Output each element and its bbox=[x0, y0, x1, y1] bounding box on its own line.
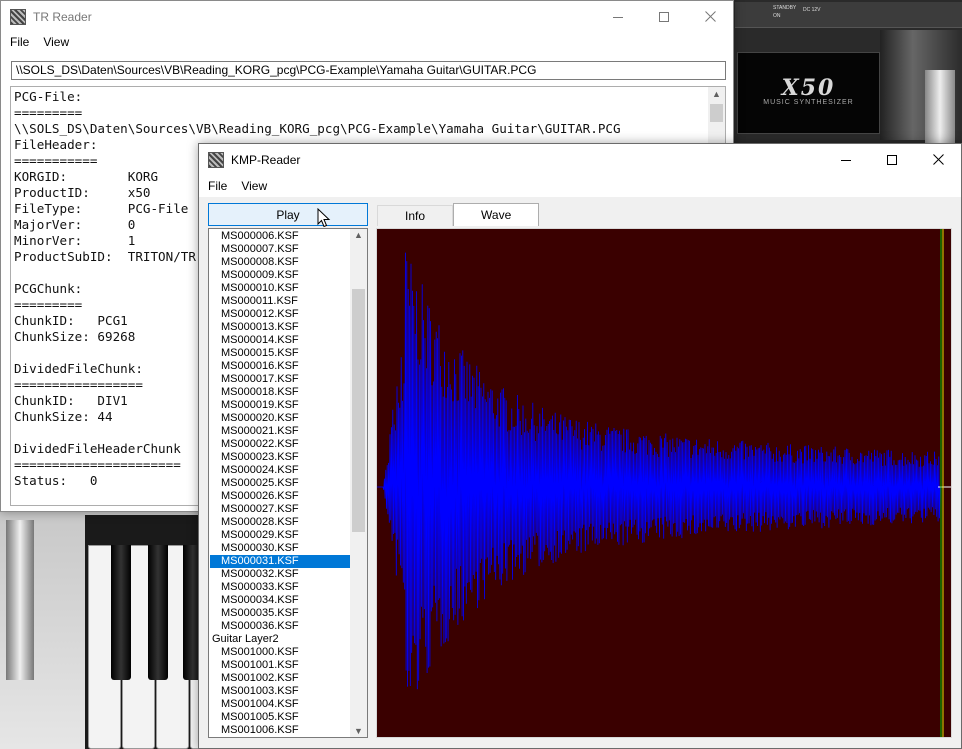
menu-view[interactable]: View bbox=[234, 179, 274, 193]
window-title: KMP-Reader bbox=[231, 152, 301, 167]
list-item[interactable]: MS000008.KSF bbox=[210, 256, 351, 269]
maximize-button[interactable] bbox=[641, 1, 687, 32]
list-item[interactable]: MS001000.KSF bbox=[210, 646, 351, 659]
black-key bbox=[111, 545, 131, 680]
list-item[interactable]: MS001001.KSF bbox=[210, 659, 351, 672]
list-item[interactable]: MS000019.KSF bbox=[210, 399, 351, 412]
list-item[interactable]: MS000017.KSF bbox=[210, 373, 351, 386]
list-item[interactable]: MS000024.KSF bbox=[210, 464, 351, 477]
menu-file[interactable]: File bbox=[201, 179, 234, 193]
synth-logo: X50 bbox=[781, 75, 836, 101]
menu-bar: File View bbox=[199, 175, 961, 197]
maximize-icon bbox=[887, 154, 897, 165]
minimize-icon bbox=[841, 159, 851, 161]
scrollbar-thumb[interactable] bbox=[710, 104, 723, 122]
close-button[interactable] bbox=[687, 1, 733, 32]
list-item[interactable]: MS000006.KSF bbox=[210, 230, 351, 243]
black-key bbox=[148, 545, 168, 680]
kmp-client-area: Play MS000006.KSF MS000007.KSF MS000008.KS… bbox=[199, 197, 961, 748]
list-item[interactable]: MS000023.KSF bbox=[210, 451, 351, 464]
list-group-header[interactable]: Guitar Layer2 bbox=[210, 633, 351, 646]
minimize-button[interactable] bbox=[823, 144, 869, 175]
list-item[interactable]: MS000032.KSF bbox=[210, 568, 351, 581]
list-item[interactable]: MS001005.KSF bbox=[210, 711, 351, 724]
list-item[interactable]: MS000013.KSF bbox=[210, 321, 351, 334]
title-bar[interactable]: TR Reader bbox=[1, 1, 733, 32]
tab-wave[interactable]: Wave bbox=[453, 203, 540, 226]
sample-listbox[interactable]: MS000006.KSF MS000007.KSF MS000008.KSF MS00… bbox=[208, 228, 368, 738]
list-item[interactable]: MS000012.KSF bbox=[210, 308, 351, 321]
list-item[interactable]: MS000014.KSF bbox=[210, 334, 351, 347]
list-item[interactable]: MS000016.KSF bbox=[210, 360, 351, 373]
synth-stand bbox=[925, 70, 955, 150]
app-icon bbox=[208, 151, 224, 168]
list-item[interactable]: MS000018.KSF bbox=[210, 386, 351, 399]
minimize-button[interactable] bbox=[595, 1, 641, 32]
app-icon bbox=[10, 8, 26, 25]
mouse-pointer-icon bbox=[317, 208, 331, 228]
list-item[interactable]: MS000030.KSF bbox=[210, 542, 351, 555]
kmp-reader-window: KMP-Reader File View Play MS000006.KSF MS… bbox=[198, 143, 962, 749]
list-item[interactable]: MS000025.KSF bbox=[210, 477, 351, 490]
list-item[interactable]: MS001003.KSF bbox=[210, 685, 351, 698]
title-bar[interactable]: KMP-Reader bbox=[199, 144, 961, 175]
sample-list: MS000006.KSF MS000007.KSF MS000008.KSF MS00… bbox=[210, 230, 351, 737]
list-item[interactable]: MS000021.KSF bbox=[210, 425, 351, 438]
list-item[interactable]: MS000022.KSF bbox=[210, 438, 351, 451]
synth-stand-left bbox=[6, 520, 34, 680]
waveform-view[interactable] bbox=[376, 228, 952, 738]
window-title: TR Reader bbox=[33, 9, 92, 24]
close-icon bbox=[932, 154, 944, 165]
file-path-field[interactable]: \\SOLS_DS\Daten\Sources\VB\Reading_KORG_… bbox=[11, 61, 726, 80]
scrollbar-thumb[interactable] bbox=[352, 289, 365, 532]
waveform-plot bbox=[377, 229, 951, 737]
list-item[interactable]: MS000028.KSF bbox=[210, 516, 351, 529]
tab-info[interactable]: Info bbox=[377, 205, 454, 226]
dc-label: DC 12V bbox=[803, 7, 821, 13]
scroll-down-icon[interactable]: ▼ bbox=[354, 726, 363, 736]
list-item[interactable]: MS000027.KSF bbox=[210, 503, 351, 516]
list-item[interactable]: MS000010.KSF bbox=[210, 282, 351, 295]
list-item[interactable]: MS000011.KSF bbox=[210, 295, 351, 308]
synth-subtitle: MUSIC SYNTHESIZER bbox=[763, 99, 854, 106]
list-item[interactable]: MS000035.KSF bbox=[210, 607, 351, 620]
list-item[interactable]: MS000015.KSF bbox=[210, 347, 351, 360]
menu-bar: File View bbox=[1, 32, 733, 52]
list-item[interactable]: MS000036.KSF bbox=[210, 620, 351, 633]
synth-display: X50 MUSIC SYNTHESIZER bbox=[737, 52, 880, 134]
maximize-icon bbox=[659, 11, 669, 22]
close-icon bbox=[704, 11, 716, 22]
menu-file[interactable]: File bbox=[3, 35, 36, 49]
list-item[interactable]: MS000034.KSF bbox=[210, 594, 351, 607]
list-item[interactable]: MS001006.KSF bbox=[210, 724, 351, 737]
scroll-up-icon[interactable]: ▲ bbox=[712, 89, 721, 99]
maximize-button[interactable] bbox=[869, 144, 915, 175]
menu-view[interactable]: View bbox=[36, 35, 76, 49]
list-item[interactable]: MS000007.KSF bbox=[210, 243, 351, 256]
list-item[interactable]: MS000026.KSF bbox=[210, 490, 351, 503]
list-item[interactable]: MS001002.KSF bbox=[210, 672, 351, 685]
standby-label: STANDBY bbox=[773, 5, 797, 11]
scroll-up-icon[interactable]: ▲ bbox=[354, 230, 363, 240]
close-button[interactable] bbox=[915, 144, 961, 175]
play-button[interactable]: Play bbox=[208, 203, 368, 226]
on-label: ON bbox=[773, 13, 781, 19]
vertical-scrollbar[interactable]: ▲ ▼ bbox=[350, 229, 367, 737]
list-item[interactable]: MS000029.KSF bbox=[210, 529, 351, 542]
minimize-icon bbox=[613, 16, 623, 18]
list-item[interactable]: MS000009.KSF bbox=[210, 269, 351, 282]
list-item[interactable]: MS001004.KSF bbox=[210, 698, 351, 711]
list-item[interactable]: MS000020.KSF bbox=[210, 412, 351, 425]
list-item[interactable]: MS000031.KSF bbox=[210, 555, 351, 568]
synth-panel-top: STANDBY ON DC 12V bbox=[735, 2, 962, 28]
view-tabs: Info Wave bbox=[377, 203, 540, 226]
list-item[interactable]: MS000033.KSF bbox=[210, 581, 351, 594]
